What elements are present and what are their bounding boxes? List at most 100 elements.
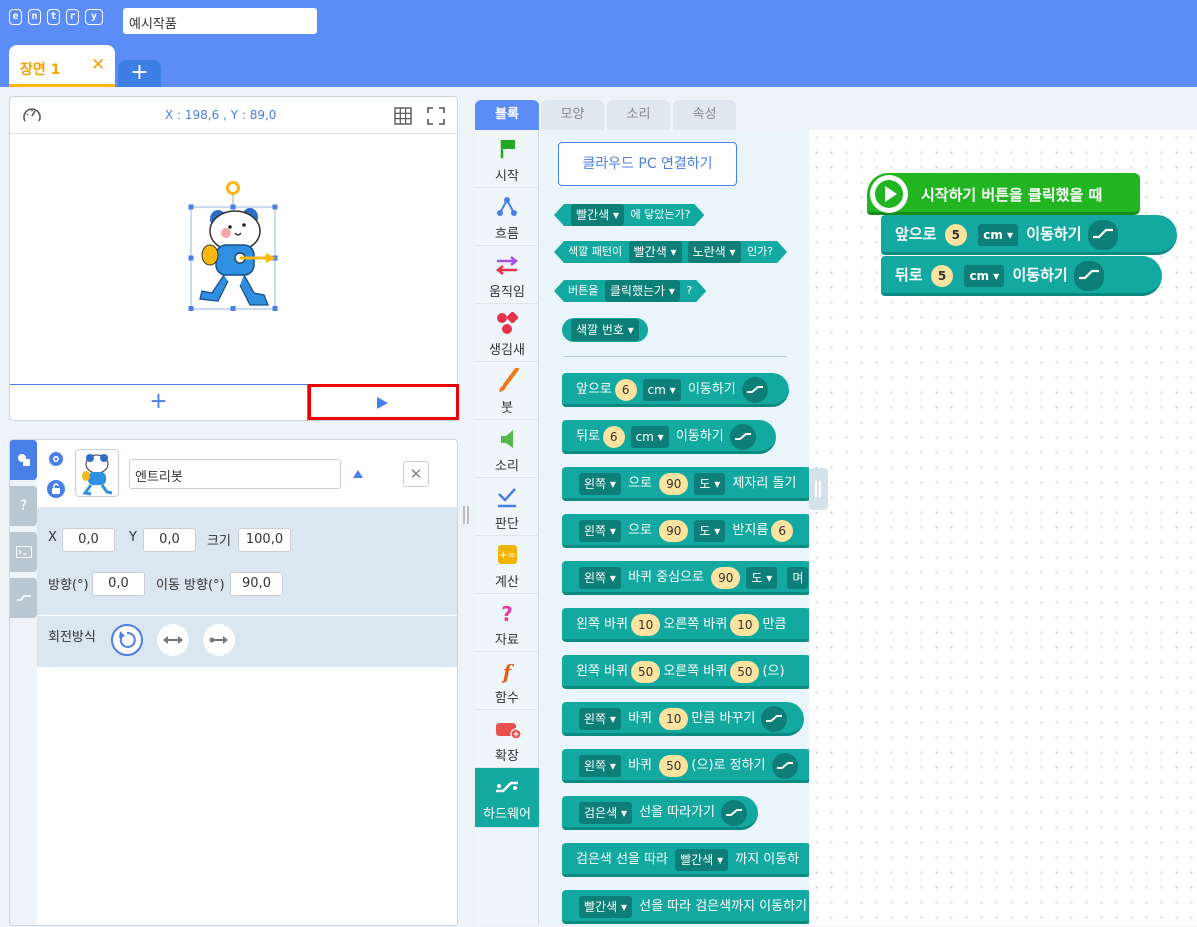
- category-judge[interactable]: 판단: [475, 478, 539, 536]
- tab-shapes[interactable]: 모양: [541, 100, 604, 130]
- block-dropdown[interactable]: 검은색 ▾: [579, 801, 632, 824]
- script-move-forward[interactable]: 앞으로 5 cm ▾ 이동하기: [881, 215, 1177, 255]
- block-number[interactable]: 6: [602, 425, 625, 448]
- grid-icon[interactable]: [394, 107, 412, 125]
- block-dropdown[interactable]: cm ▾: [964, 264, 1005, 287]
- block-move-forward[interactable]: 앞으로 6 cm ▾ 이동하기: [562, 373, 789, 407]
- object-name-input[interactable]: 엔트리봇: [129, 459, 341, 489]
- category-hardware[interactable]: 하드웨어: [475, 768, 539, 828]
- hardware-tab[interactable]: [10, 578, 37, 618]
- console-tab[interactable]: [10, 532, 37, 572]
- block-number[interactable]: 10: [659, 707, 689, 730]
- block-dropdown[interactable]: cm ▾: [978, 223, 1019, 246]
- size-input[interactable]: 100,0: [238, 528, 291, 552]
- block-dropdown[interactable]: 왼쪽 ▾: [579, 707, 621, 730]
- category-start[interactable]: 시작: [475, 130, 539, 188]
- panel-resize-handle[interactable]: [463, 506, 469, 524]
- add-scene-button[interactable]: +: [118, 60, 161, 87]
- speed-gauge-icon[interactable]: [22, 106, 42, 124]
- block-wheel-set[interactable]: 왼쪽 ▾ 바퀴 50 (으)로 정하기: [562, 749, 809, 783]
- block-dropdown[interactable]: 클릭했는가 ▾: [605, 280, 680, 302]
- block-turn-radius[interactable]: 왼쪽 ▾ 으로 90 도 ▾ 반지름 6: [562, 514, 809, 548]
- category-data[interactable]: ? 자료: [475, 594, 539, 652]
- block-number[interactable]: 5: [944, 223, 967, 246]
- rotation-free-button[interactable]: [111, 624, 143, 656]
- block-dropdown[interactable]: 왼쪽 ▾: [579, 754, 621, 777]
- block-number[interactable]: 10: [630, 613, 661, 636]
- tab-properties[interactable]: 속성: [673, 100, 736, 130]
- block-dropdown[interactable]: 도 ▾: [694, 472, 726, 495]
- category-flow[interactable]: 흐름: [475, 188, 539, 246]
- block-wheel-change[interactable]: 왼쪽 ▾ 바퀴 10 만큼 바꾸기: [562, 702, 804, 736]
- block-dropdown[interactable]: 도 ▾: [746, 566, 778, 589]
- category-movement[interactable]: 움직임: [475, 246, 539, 304]
- block-dropdown[interactable]: 왼쪽 ▾: [579, 566, 621, 589]
- when-start-clicked-block[interactable]: 시작하기 버튼을 클릭했을 때: [867, 173, 1140, 215]
- block-dropdown[interactable]: 왼쪽 ▾: [579, 472, 621, 495]
- tab-blocks[interactable]: 블록: [475, 100, 539, 130]
- block-dropdown[interactable]: 도 ▾: [694, 519, 726, 542]
- direction-input[interactable]: 0,0: [92, 572, 145, 596]
- block-dropdown[interactable]: 왼쪽 ▾: [579, 519, 621, 542]
- category-sound[interactable]: 소리: [475, 420, 539, 478]
- block-follow-color-line[interactable]: 빨간색 ▾ 선을 따라 검은색까지 이동하기: [562, 890, 809, 924]
- lock-icon[interactable]: [47, 480, 65, 498]
- block-follow-line-until[interactable]: 검은색 선을 따라 빨간색 ▾ 까지 이동하: [562, 843, 809, 877]
- collapse-up-icon[interactable]: [353, 470, 363, 478]
- palette-resize-handle[interactable]: [809, 468, 828, 510]
- block-dropdown[interactable]: cm ▾: [630, 425, 669, 448]
- block-move-backward[interactable]: 뒤로 6 cm ▾ 이동하기: [562, 420, 776, 454]
- block-turn-wheel-center[interactable]: 왼쪽 ▾ 바퀴 중심으로 90 도 ▾ 며: [562, 561, 809, 595]
- rotation-none-button[interactable]: [203, 624, 235, 656]
- block-dropdown[interactable]: 빨간색 ▾: [579, 895, 632, 918]
- block-number[interactable]: 50: [730, 660, 760, 683]
- script-workspace[interactable]: 시작하기 버튼을 클릭했을 때 앞으로 5 cm ▾ 이동하기 뒤로 5 cm …: [809, 130, 1197, 926]
- block-follow-line[interactable]: 검은색 ▾ 선을 따라가기: [562, 796, 758, 830]
- block-dropdown[interactable]: 며: [787, 566, 809, 589]
- fullscreen-icon[interactable]: [427, 107, 445, 125]
- category-function[interactable]: f 함수: [475, 652, 539, 710]
- block-dropdown[interactable]: 노란색 ▾: [688, 241, 741, 263]
- category-extension[interactable]: 확장: [475, 710, 539, 768]
- tab-sound[interactable]: 소리: [607, 100, 670, 130]
- block-touching-color[interactable]: 빨간색 ▾ 에 닿았는가?: [554, 204, 704, 226]
- category-calc[interactable]: += 계산: [475, 536, 539, 594]
- add-object-button[interactable]: +: [10, 385, 308, 421]
- object-thumbnail[interactable]: [75, 449, 119, 497]
- block-number[interactable]: 90: [659, 472, 689, 495]
- block-number[interactable]: 50: [630, 660, 661, 683]
- block-dropdown[interactable]: 빨간색 ▾: [571, 204, 624, 226]
- category-looks[interactable]: 생김새: [475, 304, 539, 362]
- block-dropdown[interactable]: 빨간색 ▾: [629, 241, 682, 263]
- category-brush[interactable]: 붓: [475, 362, 539, 420]
- block-dropdown[interactable]: 색깔 번호 ▾: [571, 319, 639, 341]
- block-number[interactable]: 50: [659, 754, 689, 777]
- block-button-clicked[interactable]: 버튼을 클릭했는가 ▾ ?: [554, 280, 706, 302]
- block-number[interactable]: 5: [930, 264, 954, 287]
- close-icon[interactable]: ✕: [91, 55, 105, 75]
- block-number[interactable]: 90: [659, 519, 689, 542]
- entrybot-sprite[interactable]: [188, 181, 278, 311]
- block-wheels-set[interactable]: 왼쪽 바퀴 50 오른쪽 바퀴 50 (으): [562, 655, 809, 689]
- rotation-horizontal-button[interactable]: [157, 624, 189, 656]
- block-number[interactable]: 6: [771, 519, 793, 542]
- block-number[interactable]: 10: [730, 613, 760, 636]
- block-turn-in-place[interactable]: 왼쪽 ▾ 으로 90 도 ▾ 제자리 돌기: [562, 467, 809, 501]
- block-dropdown[interactable]: cm ▾: [642, 378, 681, 401]
- help-tab[interactable]: ?: [10, 486, 37, 526]
- project-title-input[interactable]: 예시작품: [123, 8, 317, 34]
- eye-icon[interactable]: [47, 452, 65, 466]
- objects-tab[interactable]: [10, 440, 37, 480]
- block-color-pattern[interactable]: 색깔 패턴이 빨간색 ▾ 노란색 ▾ 인가?: [554, 241, 787, 263]
- block-wheels-by[interactable]: 왼쪽 바퀴 10 오른쪽 바퀴 10 만큼: [562, 608, 809, 642]
- cloud-pc-connect-button[interactable]: 클라우드 PC 연결하기: [558, 142, 737, 186]
- block-number[interactable]: 90: [711, 566, 741, 589]
- block-number[interactable]: 6: [614, 378, 637, 401]
- block-color-number[interactable]: 색깔 번호 ▾: [562, 318, 648, 342]
- tab-scene-1[interactable]: 장면 1 ✕: [9, 45, 115, 87]
- block-dropdown[interactable]: 빨간색 ▾: [675, 848, 729, 871]
- delete-object-button[interactable]: ✕: [403, 461, 429, 487]
- script-move-backward[interactable]: 뒤로 5 cm ▾ 이동하기: [881, 256, 1162, 296]
- move-direction-input[interactable]: 90,0: [230, 572, 283, 596]
- y-input[interactable]: 0,0: [143, 528, 196, 552]
